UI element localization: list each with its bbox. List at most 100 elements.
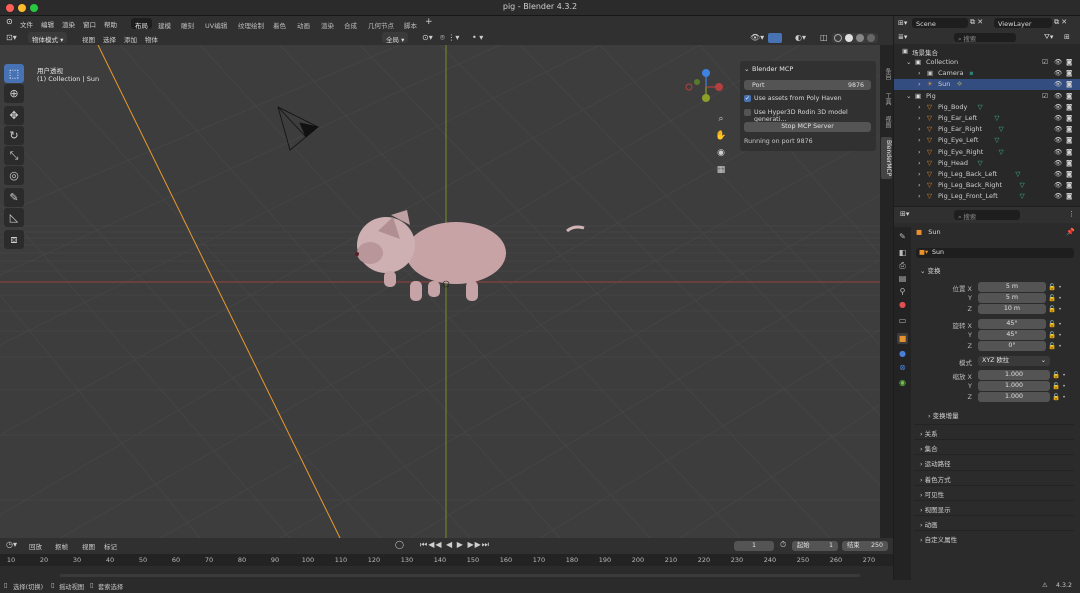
scale-y-field[interactable]: 1.000 (978, 381, 1050, 391)
viewport-menu-add[interactable]: 添加 (124, 34, 137, 44)
cursor-tool-icon[interactable]: ⊕ (4, 84, 24, 103)
select-box-tool-icon[interactable]: ⬚ (4, 64, 24, 83)
menu-edit[interactable]: 编辑 (41, 19, 54, 29)
poly-haven-checkbox[interactable]: ✓ (744, 95, 751, 102)
proportional-edit-icon[interactable]: • ▾ (472, 33, 483, 42)
outliner-collection-row[interactable]: ⌄ ▣ Collection ☑ 👁 ◙ (894, 57, 1080, 68)
properties-section-header[interactable]: › 运动路径 (914, 454, 1074, 468)
view-layer-properties-icon[interactable]: ▤ (897, 273, 908, 284)
properties-section-header[interactable]: › 自定义属性 (914, 530, 1074, 544)
render-camera-icon[interactable]: ◙ (1066, 114, 1072, 122)
visibility-eye-icon[interactable]: 👁 (1054, 192, 1062, 200)
lock-icon[interactable]: 🔓 • (1052, 392, 1072, 403)
visibility-eye-icon[interactable]: 👁 (1054, 136, 1062, 144)
pan-hand-icon[interactable]: ✋ (713, 128, 729, 144)
visibility-eye-icon[interactable]: 👁 (1054, 58, 1062, 66)
visibility-eye-icon[interactable]: 👁 (1054, 69, 1062, 77)
constraint-properties-icon[interactable]: ⊗ (897, 362, 908, 373)
tab-uv-editing[interactable]: UV编辑 (201, 18, 231, 30)
delta-transform-header[interactable]: › 变换增量 (928, 410, 959, 420)
properties-editor-icon[interactable]: ⊞▾ (900, 210, 909, 218)
render-camera-icon[interactable]: ◙ (1066, 125, 1072, 133)
exclude-checkbox-icon[interactable]: ☑ (1042, 58, 1048, 66)
add-cube-tool-icon[interactable]: ⧈ (4, 230, 24, 249)
collapse-chevron-icon[interactable]: › (918, 170, 921, 178)
menu-help[interactable]: 帮助 (104, 19, 117, 29)
world-properties-icon[interactable]: ● (897, 299, 908, 310)
timeline-track[interactable] (0, 566, 893, 580)
outliner-object-row[interactable]: › ▽ Pig_Head ▽ 👁 ◙ (894, 158, 1080, 169)
location-z-field[interactable]: 10 m (978, 304, 1046, 314)
grid-perspective-icon[interactable]: ▦ (713, 162, 729, 178)
scene-copy-icon[interactable]: ⧉ ✕ (970, 18, 983, 27)
timeline-menu-view[interactable]: 视图 (82, 541, 95, 551)
object-properties-icon[interactable]: ■ (897, 333, 908, 344)
view-layer-copy-icon[interactable]: ⧉ ✕ (1054, 18, 1067, 27)
viewport-menu-view[interactable]: 视图 (82, 34, 95, 44)
rotation-x-field[interactable]: 45° (978, 319, 1046, 329)
location-y-field[interactable]: 5 m (978, 293, 1046, 303)
collapse-chevron-icon[interactable]: › (918, 148, 921, 156)
properties-search-input[interactable]: ⌕ 搜索 (954, 210, 1020, 221)
outliner-object-row[interactable]: › ▽ Pig_Leg_Back_Right ▽ 👁 ◙ (894, 180, 1080, 191)
current-frame-field[interactable]: 1 (734, 541, 774, 551)
solid-shading-icon[interactable] (845, 34, 853, 42)
rotation-y-field[interactable]: 45° (978, 330, 1046, 340)
port-field[interactable]: Port 9876 (744, 80, 871, 90)
wireframe-shading-icon[interactable] (834, 34, 842, 42)
rotation-z-field[interactable]: 0° (978, 341, 1046, 351)
camera-object[interactable] (277, 106, 319, 151)
timeline-menu-keying[interactable]: 抠帧 (55, 541, 68, 551)
gizmo-toggle-icon[interactable] (768, 33, 782, 43)
render-camera-icon[interactable]: ◙ (1066, 69, 1072, 77)
menu-file[interactable]: 文件 (20, 19, 33, 29)
timeline-scrollbar[interactable] (60, 574, 860, 577)
timeline-editor-icon[interactable]: ◷▾ (6, 540, 17, 549)
render-camera-icon[interactable]: ◙ (1066, 181, 1072, 189)
lock-icon[interactable]: 🔓 • (1048, 341, 1068, 352)
menu-window[interactable]: 窗口 (83, 19, 96, 29)
lock-icon[interactable]: 🔓 • (1048, 304, 1068, 315)
timeline-menu-playback[interactable]: 回放 (29, 541, 42, 551)
rotate-tool-icon[interactable]: ↻ (4, 126, 24, 145)
collapse-chevron-icon[interactable]: › (918, 103, 921, 111)
outliner-object-row[interactable]: › ☀ Sun ☼ 👁 ◙ (894, 79, 1080, 91)
pivot-icon[interactable]: ⊙▾ (422, 33, 433, 42)
visibility-eye-icon[interactable]: 👁 (1054, 125, 1062, 133)
render-camera-icon[interactable]: ◙ (1066, 92, 1072, 100)
new-collection-icon[interactable]: ⊞ (1064, 33, 1070, 41)
transform-tool-icon[interactable]: ◎ (4, 166, 24, 185)
collapse-chevron-icon[interactable]: › (918, 125, 921, 133)
viewport-menu-select[interactable]: 选择 (103, 34, 116, 44)
tool-properties-icon[interactable]: ✎ (897, 231, 908, 242)
location-x-field[interactable]: 5 m (978, 282, 1046, 292)
object-name-field[interactable]: ■▾ Sun (916, 248, 1074, 258)
tab-tool[interactable]: 工具 (881, 90, 892, 108)
exclude-checkbox-icon[interactable]: ☑ (1042, 92, 1048, 100)
xray-icon[interactable]: ◫ (820, 33, 828, 42)
tab-compositing[interactable]: 合成 (340, 18, 361, 30)
tab-texture-paint[interactable]: 纹理绘制 (234, 18, 268, 30)
render-camera-icon[interactable]: ◙ (1066, 103, 1072, 111)
collapse-chevron-icon[interactable]: › (918, 69, 921, 77)
render-camera-icon[interactable]: ◙ (1066, 148, 1072, 156)
outliner-object-row[interactable]: › ▣ Camera ▪ 👁 ◙ (894, 68, 1080, 79)
transform-panel-header[interactable]: ⌄ 变换 (914, 265, 1074, 275)
outliner-search-input[interactable]: ⌕ 搜索 (954, 33, 1016, 43)
lock-icon[interactable]: 🔓 • (1048, 282, 1068, 293)
properties-section-header[interactable]: › 关系 (914, 424, 1074, 438)
annotate-tool-icon[interactable]: ✎ (4, 188, 24, 207)
outliner-object-row[interactable]: › ▽ Pig_Leg_Back_Left ▽ 👁 ◙ (894, 169, 1080, 180)
scale-z-field[interactable]: 1.000 (978, 392, 1050, 402)
scale-tool-icon[interactable]: ⤡ (4, 146, 24, 165)
outliner-root[interactable]: ▣ 场景集合 (894, 46, 1080, 57)
expand-chevron-icon[interactable]: ⌄ (906, 92, 911, 100)
scene-properties-icon[interactable]: ⚲ (897, 286, 908, 297)
visibility-eye-icon[interactable]: 👁 (1054, 170, 1062, 178)
navigation-gizmo[interactable] (684, 66, 724, 106)
outliner-object-row[interactable]: › ▽ Pig_Leg_Front_Left ▽ 👁 ◙ (894, 191, 1080, 202)
collapse-chevron-icon[interactable]: › (918, 80, 921, 88)
end-frame-field[interactable]: 结束 250 (842, 541, 888, 551)
lock-icon[interactable]: 🔓 • (1048, 293, 1068, 304)
tab-animation[interactable]: 动画 (293, 18, 314, 30)
